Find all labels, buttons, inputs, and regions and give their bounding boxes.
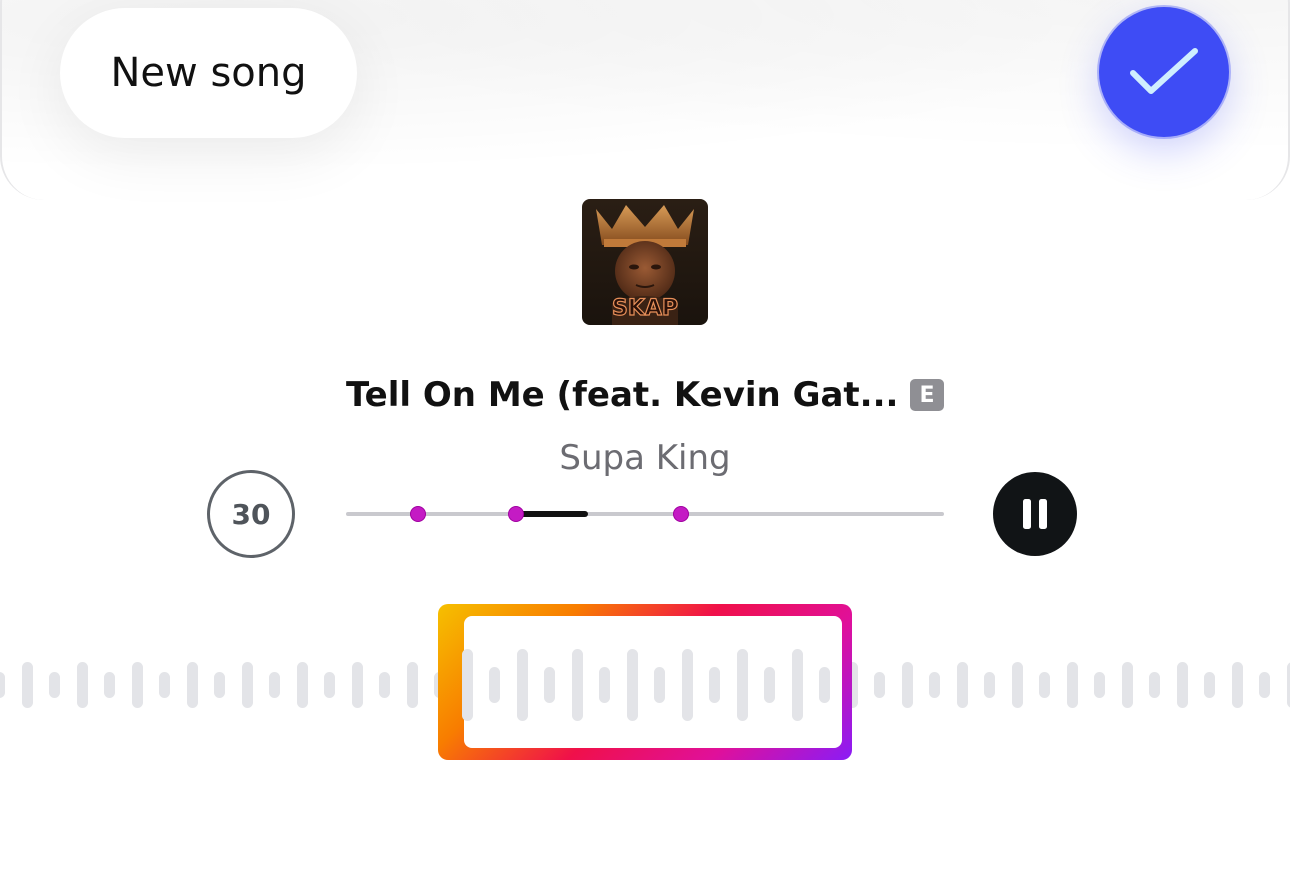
pause-icon — [1023, 499, 1047, 529]
scrubber-track — [346, 512, 944, 516]
waveform-bar — [819, 667, 830, 703]
scrubber-marker[interactable] — [509, 507, 524, 521]
album-art-text: SKAP — [612, 296, 678, 321]
waveform-bar — [516, 649, 528, 721]
waveform-bar — [764, 667, 775, 703]
scrubber[interactable] — [346, 504, 944, 524]
duration-button[interactable]: 30 — [207, 470, 295, 558]
new-song-label: New song — [110, 50, 307, 96]
waveform-bar — [489, 667, 500, 703]
scrubber-selection — [516, 511, 589, 517]
waveform-bar — [681, 649, 693, 721]
waveform-selected — [0, 640, 1290, 730]
waveform-bar — [791, 649, 803, 721]
artist-name: Supa King — [559, 438, 731, 478]
duration-label: 30 — [231, 497, 271, 531]
waveform-bar — [654, 667, 665, 703]
waveform-bar — [599, 667, 610, 703]
checkmark-icon — [1130, 48, 1198, 94]
track-title: Tell On Me (feat. Kevin Gat... — [346, 375, 899, 415]
waveform-bar — [626, 649, 638, 721]
waveform-bar — [736, 649, 748, 721]
waveform-bar — [571, 649, 583, 721]
scrubber-marker[interactable] — [410, 507, 425, 521]
album-art: SKAP — [582, 199, 708, 325]
waveform-bar — [544, 667, 555, 703]
new-song-button[interactable]: New song — [60, 8, 357, 138]
waveform-bar — [709, 667, 720, 703]
confirm-button[interactable] — [1099, 7, 1229, 137]
waveform-bar — [461, 649, 473, 721]
pause-button[interactable] — [993, 472, 1077, 556]
explicit-badge: E — [910, 379, 944, 411]
scrubber-marker[interactable] — [673, 507, 688, 521]
